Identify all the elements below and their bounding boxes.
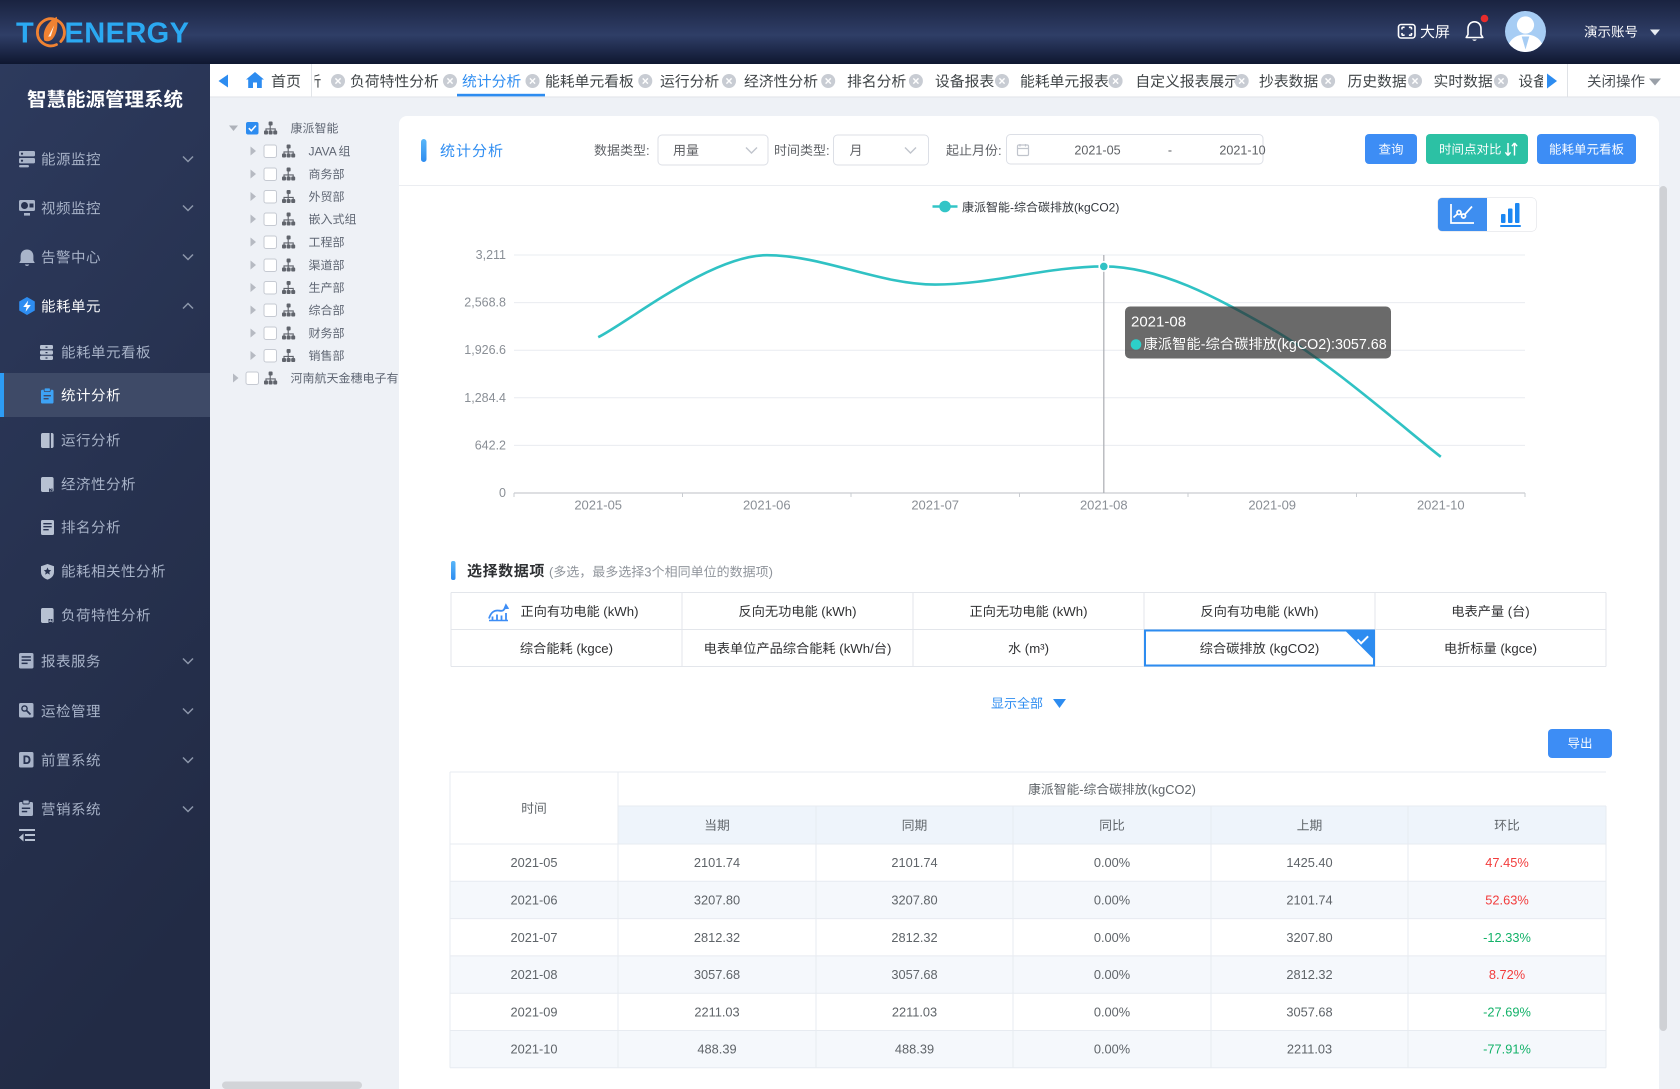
svg-text:1,284.4: 1,284.4: [464, 391, 506, 405]
svg-text:(: (: [549, 564, 554, 579]
svg-text:3: 3: [644, 564, 651, 579]
svg-text::: :: [646, 143, 650, 158]
svg-text:T: T: [16, 17, 34, 49]
svg-text:2101.74: 2101.74: [694, 855, 740, 870]
svg-text:(kWh/: (kWh/: [839, 641, 874, 656]
svg-text:0.00%: 0.00%: [1094, 1042, 1130, 1057]
svg-text:3207.80: 3207.80: [1286, 930, 1332, 945]
svg-text:2021-09: 2021-09: [511, 1004, 558, 1019]
svg-text:47.45%: 47.45%: [1485, 855, 1528, 870]
svg-text:3207.80: 3207.80: [891, 892, 937, 907]
svg-text:-27.69%: -27.69%: [1483, 1004, 1531, 1019]
svg-text:2021-07: 2021-07: [911, 498, 959, 513]
svg-text::: :: [826, 143, 830, 158]
svg-text:0.00%: 0.00%: [1094, 855, 1130, 870]
svg-text:(kWh): (kWh): [1052, 604, 1087, 619]
svg-text:3057.68: 3057.68: [694, 967, 740, 982]
svg-text:2021-10: 2021-10: [1219, 144, 1265, 158]
svg-text:(kgce): (kgce): [1500, 641, 1537, 656]
svg-text:2101.74: 2101.74: [891, 855, 937, 870]
svg-text:3207.80: 3207.80: [694, 892, 740, 907]
svg-text:2021-05: 2021-05: [1074, 144, 1120, 158]
svg-text:3057.68: 3057.68: [1286, 1004, 1332, 1019]
svg-text:-: -: [1079, 782, 1083, 797]
svg-text:2021-06: 2021-06: [511, 892, 558, 907]
svg-text:52.63%: 52.63%: [1485, 892, 1528, 907]
svg-text:488.39: 488.39: [697, 1042, 736, 1057]
svg-text:(kWh): (kWh): [1283, 604, 1318, 619]
svg-text:(kgCO2):3057.68: (kgCO2):3057.68: [1277, 337, 1387, 353]
svg-text:(kWh): (kWh): [821, 604, 856, 619]
svg-text:(kgCO2): (kgCO2): [1148, 782, 1196, 797]
svg-text:-: -: [1010, 201, 1014, 215]
svg-text:8.72%: 8.72%: [1489, 967, 1525, 982]
svg-text::: :: [998, 143, 1002, 158]
svg-text:2211.03: 2211.03: [892, 1004, 937, 1019]
svg-text:(kWh): (kWh): [603, 604, 638, 619]
svg-text:2021-07: 2021-07: [511, 930, 558, 945]
svg-text:(kgCO2): (kgCO2): [1074, 201, 1119, 215]
svg-text:2021-08: 2021-08: [1131, 314, 1186, 331]
svg-text:(m³): (m³): [1025, 641, 1049, 656]
svg-text:-: -: [1201, 337, 1206, 353]
svg-text:2021-06: 2021-06: [743, 498, 791, 513]
svg-text:JAVA: JAVA: [309, 145, 337, 159]
svg-text:2211.03: 2211.03: [694, 1004, 739, 1019]
svg-text:): ): [887, 641, 891, 656]
svg-text:2211.03: 2211.03: [1287, 1042, 1332, 1057]
svg-text:2021-08: 2021-08: [511, 967, 558, 982]
svg-text:-12.33%: -12.33%: [1483, 930, 1531, 945]
svg-text:1425.40: 1425.40: [1286, 855, 1332, 870]
svg-text:2021-05: 2021-05: [511, 855, 558, 870]
svg-text:2812.32: 2812.32: [694, 930, 740, 945]
svg-text:(kgCO2): (kgCO2): [1269, 641, 1319, 656]
svg-text:-: -: [1168, 144, 1172, 158]
svg-text:0.00%: 0.00%: [1094, 967, 1130, 982]
svg-text:642.2: 642.2: [475, 438, 506, 452]
svg-text:ENERGY: ENERGY: [65, 17, 190, 49]
svg-text:(kgce): (kgce): [576, 641, 613, 656]
svg-text:1,926.6: 1,926.6: [464, 343, 506, 357]
svg-text:2812.32: 2812.32: [891, 930, 937, 945]
svg-text:2,568.8: 2,568.8: [464, 296, 506, 310]
svg-text:2021-08: 2021-08: [1080, 498, 1128, 513]
svg-text:-77.91%: -77.91%: [1483, 1042, 1531, 1057]
svg-text:0: 0: [499, 486, 506, 500]
svg-text:2021-10: 2021-10: [511, 1042, 558, 1057]
svg-text:2101.74: 2101.74: [1286, 892, 1332, 907]
svg-text:): ): [769, 564, 773, 579]
svg-text:2021-09: 2021-09: [1248, 498, 1296, 513]
svg-text:2021-05: 2021-05: [574, 498, 622, 513]
svg-text:0.00%: 0.00%: [1094, 1004, 1130, 1019]
svg-text:2812.32: 2812.32: [1286, 967, 1332, 982]
svg-text:3057.68: 3057.68: [891, 967, 937, 982]
svg-text:2021-10: 2021-10: [1417, 498, 1465, 513]
svg-text:0.00%: 0.00%: [1094, 930, 1130, 945]
svg-text:): ): [1525, 604, 1529, 619]
svg-text:3,211: 3,211: [476, 248, 506, 262]
svg-text:488.39: 488.39: [895, 1042, 934, 1057]
svg-text:(: (: [1508, 604, 1513, 619]
svg-text:0.00%: 0.00%: [1094, 892, 1130, 907]
